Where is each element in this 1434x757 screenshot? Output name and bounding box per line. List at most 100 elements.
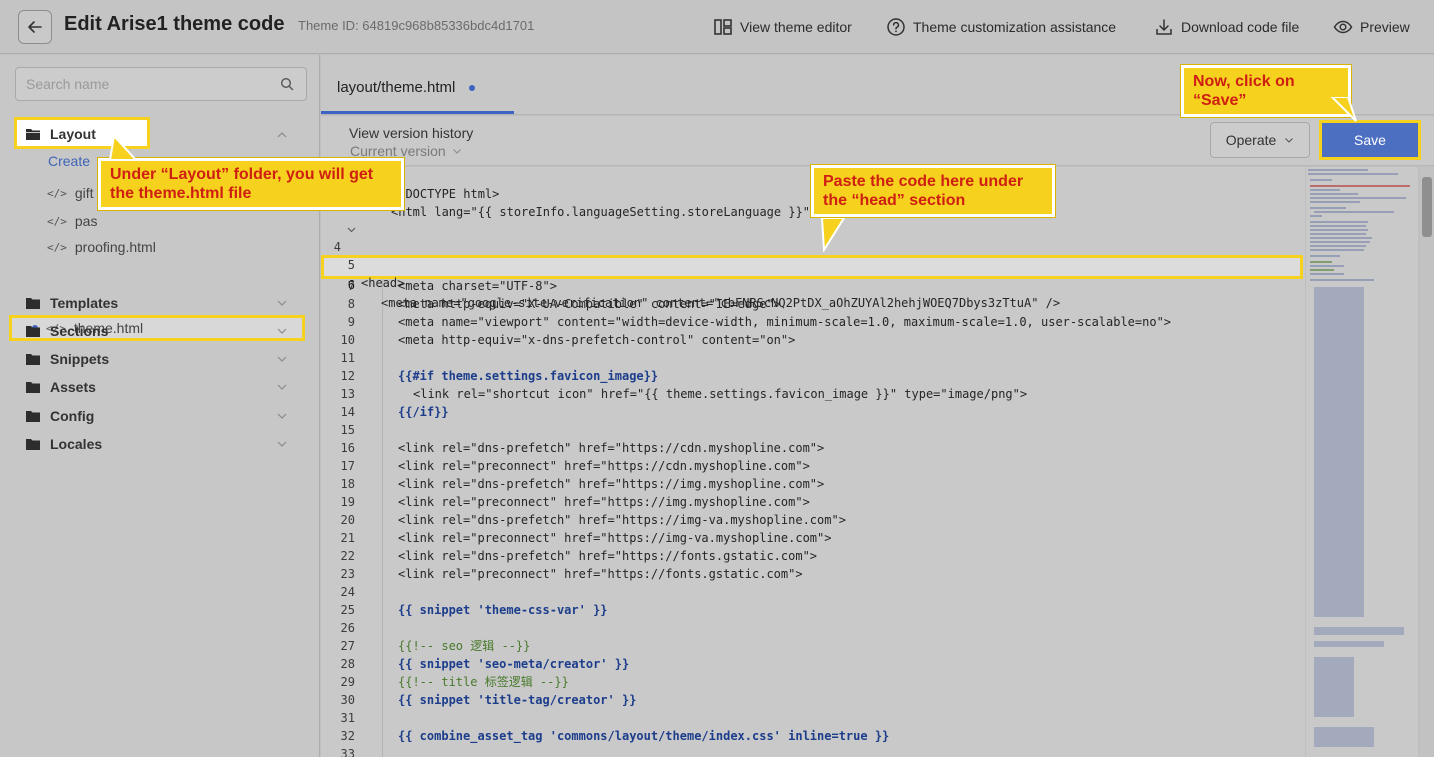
folder-layout-label: Layout	[50, 126, 96, 142]
folder-label: Locales	[50, 436, 103, 452]
code-line: 30 {{ snippet 'title-tag/creator' }}	[321, 691, 1305, 709]
tab-theme-html[interactable]: layout/theme.html	[337, 79, 476, 96]
folder-icon	[26, 354, 40, 365]
line-number: 7	[347, 279, 355, 293]
code-text: {{ snippet 'seo-meta/creator' }}	[398, 657, 630, 671]
chevron-down-icon[interactable]	[276, 297, 288, 309]
chevron-up-icon[interactable]	[276, 129, 288, 141]
unsaved-dot-icon	[469, 84, 476, 91]
create-file-link[interactable]: Create	[48, 153, 90, 169]
chevron-down-icon	[1285, 138, 1294, 143]
code-text: <link rel="preconnect" href="https://fon…	[398, 567, 803, 581]
fold-chevron-icon[interactable]	[347, 225, 356, 234]
file-item-label: proofing.html	[74, 239, 156, 255]
download-code-button[interactable]: Download code file	[1154, 16, 1299, 38]
code-text: <meta charset="UTF-8">	[398, 279, 557, 293]
minimap-preview	[1308, 169, 1410, 747]
vertical-scrollbar[interactable]	[1420, 167, 1434, 757]
folder-icon	[26, 326, 40, 337]
line-number: 18	[340, 477, 355, 491]
line-number: 19	[340, 495, 355, 509]
line-number: 24	[340, 585, 355, 599]
folder-layout[interactable]: Layout	[25, 123, 96, 145]
top-header: Edit Arise1 theme code Theme ID: 64819c9…	[0, 0, 1434, 54]
file-item-proofing[interactable]: </> proofing.html	[47, 236, 156, 258]
code-text: <link rel="dns-prefetch" href="https://f…	[398, 549, 818, 563]
customization-assistance-label: Theme customization assistance	[913, 19, 1117, 35]
file-item-gift[interactable]: </> gift	[47, 182, 94, 204]
code-text: {{ snippet 'title-tag/creator' }}	[398, 693, 637, 707]
tab-label: layout/theme.html	[337, 79, 456, 96]
preview-button[interactable]: Preview	[1333, 16, 1410, 38]
operate-dropdown[interactable]: Operate	[1210, 122, 1310, 158]
code-minimap[interactable]	[1306, 167, 1418, 757]
current-version-label: Current version	[350, 143, 446, 159]
view-version-history-link[interactable]: View version history	[349, 125, 473, 141]
line-number: 23	[340, 567, 355, 581]
code-text: <meta http-equiv="x-dns-prefetch-control…	[398, 333, 796, 347]
folder-locales[interactable]: Locales	[25, 433, 102, 455]
folder-label: Sections	[50, 323, 109, 339]
code-line: 16 <link rel="dns-prefetch" href="https:/…	[321, 439, 1305, 457]
line-number: 21	[340, 531, 355, 545]
code-file-icon: </>	[47, 186, 67, 200]
callout-layout: Under “Layout” folder, you will get the …	[98, 158, 404, 210]
chevron-down-icon	[452, 149, 461, 154]
search-icon[interactable]	[280, 77, 294, 91]
folder-sections[interactable]: Sections	[25, 320, 108, 342]
line-number: 32	[340, 729, 355, 743]
chevron-down-icon[interactable]	[276, 410, 288, 422]
folder-icon	[26, 382, 40, 393]
code-text: {{/if}}	[398, 405, 449, 419]
line-number: 31	[340, 711, 355, 725]
code-text: <link rel="shortcut icon" href="{{ theme…	[413, 387, 1028, 401]
callout-paste-pointer	[820, 218, 846, 252]
chevron-down-icon[interactable]	[276, 325, 288, 337]
code-text: {{!-- title 标签逻辑 --}}	[398, 675, 569, 689]
code-line: 9 <meta name="viewport" content="width=de…	[321, 313, 1305, 331]
line-number: 17	[340, 459, 355, 473]
file-item-label: gift	[74, 185, 94, 201]
callout-paste: Paste the code here under the “head” sec…	[811, 165, 1055, 217]
code-text: {{ combine_asset_tag 'commons/layout/the…	[398, 729, 890, 743]
callout-save-pointer	[1330, 97, 1357, 122]
help-circle-icon	[887, 18, 905, 36]
code-text: <link rel="dns-prefetch" href="https://i…	[398, 477, 825, 491]
file-item-password[interactable]: </> pas	[47, 210, 97, 232]
line-number: 10	[340, 333, 355, 347]
current-version-dropdown[interactable]: Current version	[350, 143, 462, 159]
code-text: {{ snippet 'theme-css-var' }}	[398, 603, 608, 617]
chevron-down-icon[interactable]	[276, 353, 288, 365]
scroll-thumb[interactable]	[1422, 177, 1432, 237]
code-text: <meta http-equiv="X-UA-Compatible" conte…	[398, 297, 781, 311]
folder-config[interactable]: Config	[25, 405, 94, 427]
line-number: 13	[340, 387, 355, 401]
folder-label: Templates	[50, 295, 119, 311]
save-button[interactable]: Save	[1319, 120, 1421, 160]
file-item-label: pas	[74, 213, 98, 229]
folder-label: Config	[50, 408, 95, 424]
code-line: 7 <meta charset="UTF-8">	[321, 277, 1305, 295]
folder-assets[interactable]: Assets	[25, 376, 96, 398]
back-button[interactable]	[18, 10, 52, 44]
code-line: 27 {{!-- seo 逻辑 --}}	[321, 637, 1305, 655]
folder-snippets[interactable]: Snippets	[25, 348, 109, 370]
line-number: 29	[340, 675, 355, 689]
line-number: 9	[347, 315, 355, 329]
folder-icon	[26, 411, 40, 422]
search-input[interactable]	[16, 68, 256, 100]
arrow-left-icon	[28, 21, 42, 33]
folder-templates[interactable]: Templates	[25, 292, 118, 314]
chevron-down-icon[interactable]	[276, 381, 288, 393]
code-line: 26	[321, 619, 1305, 637]
customization-assistance-button[interactable]: Theme customization assistance	[886, 16, 1116, 38]
code-line: 11	[321, 349, 1305, 367]
code-file-icon: </>	[47, 240, 67, 254]
code-line: 33	[321, 745, 1305, 757]
line-number: 22	[340, 549, 355, 563]
chevron-down-icon[interactable]	[276, 438, 288, 450]
view-theme-editor-button[interactable]: View theme editor	[713, 16, 852, 38]
code-line: 23 <link rel="preconnect" href="https://f…	[321, 565, 1305, 583]
view-theme-editor-label: View theme editor	[740, 19, 852, 35]
code-editor[interactable]: <!DOCTYPE html> <html lang="{{ storeInfo…	[321, 167, 1305, 757]
